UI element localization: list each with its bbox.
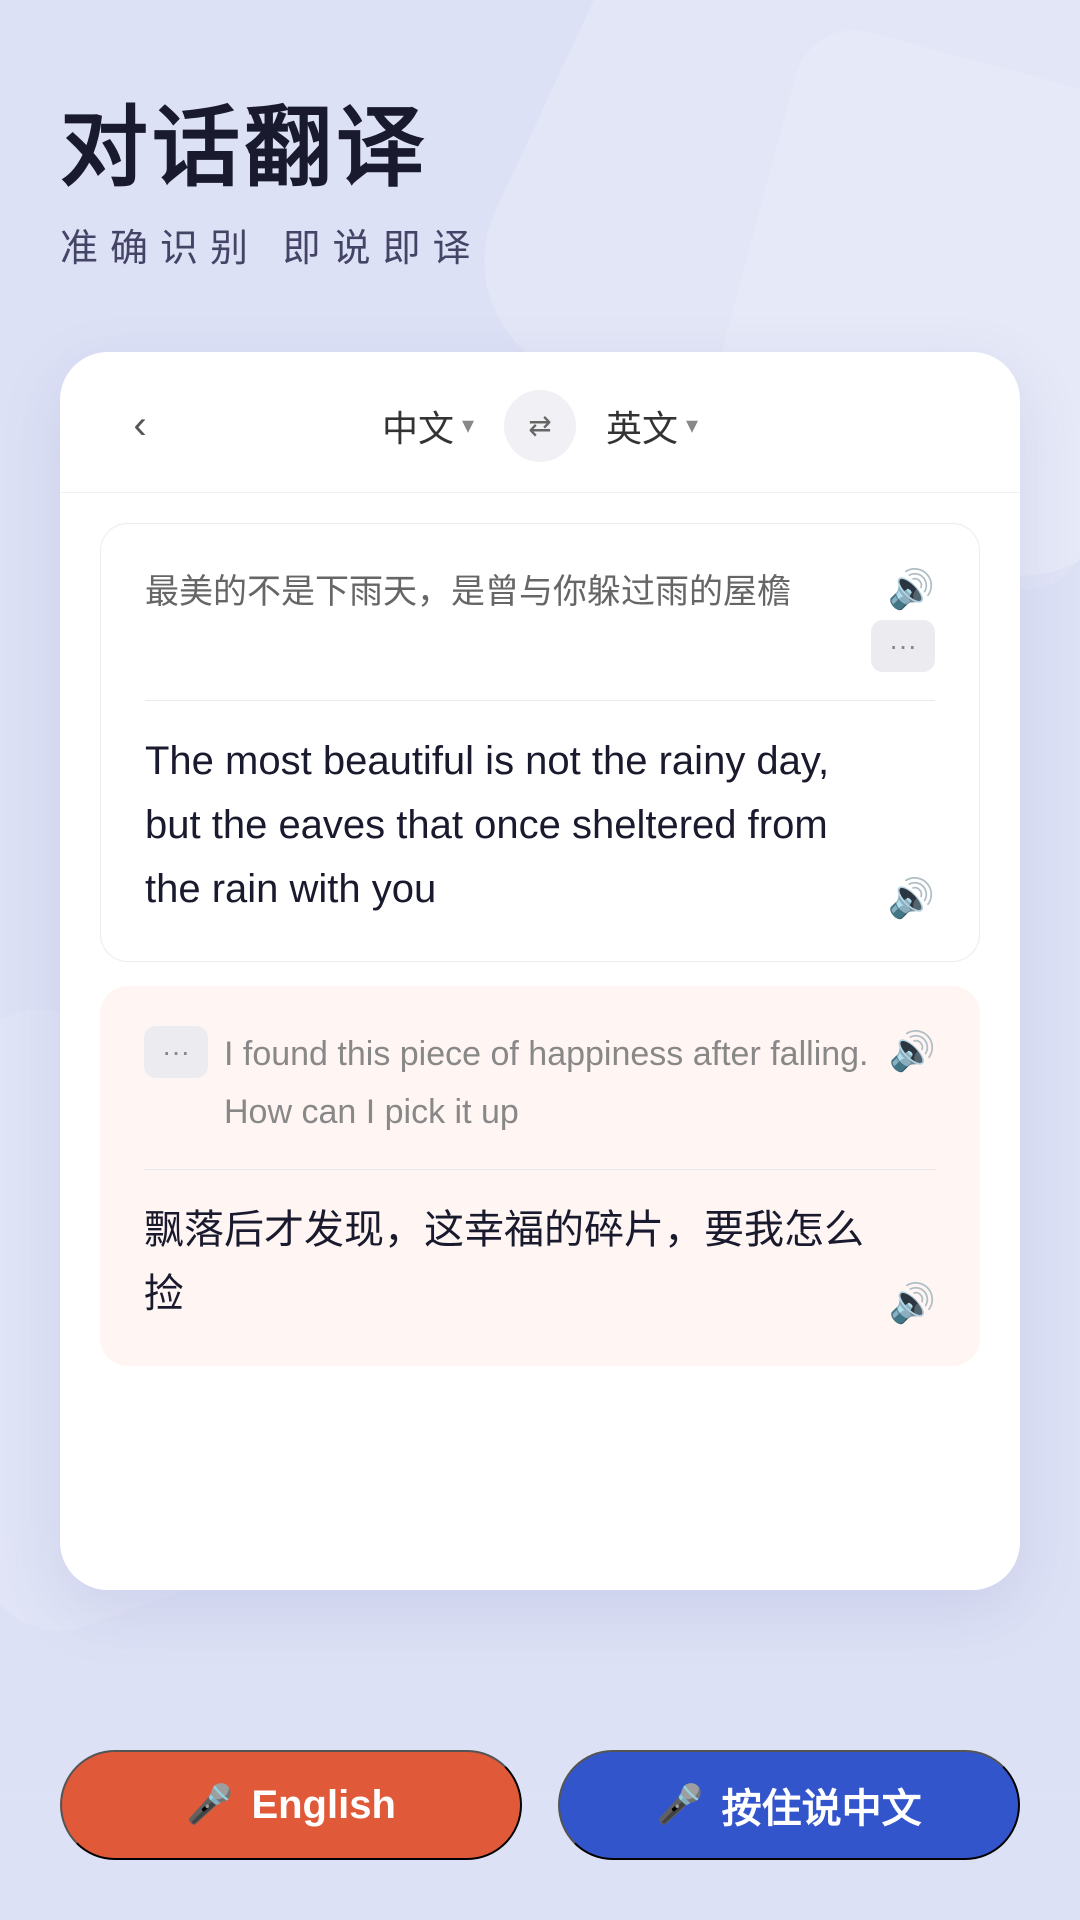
language-controls: 中文 ▾ ⇄ 英文 ▾	[170, 390, 910, 462]
english-button-label: English	[251, 1783, 395, 1828]
bottom-spacer	[100, 1390, 980, 1550]
block2-translated-text: 飘落后才发现，这幸福的碎片，要我怎么捡	[144, 1198, 873, 1326]
english-speak-button[interactable]: 🎤 English	[60, 1750, 522, 1860]
block2-translated-speaker[interactable]: 🔊	[889, 1282, 936, 1326]
page-title: 对话翻译	[60, 100, 1020, 197]
block1-more-button[interactable]: ···	[871, 620, 935, 672]
bottom-bar: 🎤 English 🎤 按住说中文	[0, 1720, 1080, 1920]
block1-divider	[145, 700, 935, 701]
chinese-mic-icon: 🎤	[656, 1783, 703, 1827]
card-toolbar: ‹ 中文 ▾ ⇄ 英文 ▾	[60, 352, 1020, 493]
block2-source-speaker[interactable]: 🔊	[889, 1030, 936, 1074]
target-lang-chevron: ▾	[686, 411, 698, 440]
conversation-body: 最美的不是下雨天，是曾与你躲过雨的屋檐 🔊 ··· The most beaut…	[60, 493, 1020, 1591]
block1-translated-row: The most beautiful is not the rainy day,…	[145, 729, 935, 921]
block2-source-text: I found this piece of happiness after fa…	[224, 1026, 873, 1142]
target-lang-label: 英文	[606, 400, 678, 452]
back-button[interactable]: ‹	[110, 403, 170, 448]
translation-block-2: ··· I found this piece of happiness afte…	[100, 986, 980, 1367]
swap-languages-button[interactable]: ⇄	[504, 390, 576, 462]
target-lang-button[interactable]: 英文 ▾	[606, 400, 698, 452]
source-lang-button[interactable]: 中文 ▾	[382, 400, 474, 452]
block2-translated-row: 飘落后才发现，这幸福的碎片，要我怎么捡 🔊	[144, 1198, 936, 1326]
page-subtitle: 准确识别 即说即译	[60, 217, 1020, 272]
main-card: ‹ 中文 ▾ ⇄ 英文 ▾ 最美的不是下雨	[60, 352, 1020, 1591]
chinese-speak-button[interactable]: 🎤 按住说中文	[558, 1750, 1020, 1860]
source-lang-label: 中文	[382, 400, 454, 452]
block1-source-speaker[interactable]: 🔊	[888, 568, 935, 612]
block1-translated-text: The most beautiful is not the rainy day,…	[145, 729, 872, 921]
block1-source-text: 最美的不是下雨天，是曾与你躲过雨的屋檐	[145, 564, 855, 622]
english-mic-icon: 🎤	[186, 1783, 233, 1827]
source-lang-chevron: ▾	[462, 411, 474, 440]
translation-block-1: 最美的不是下雨天，是曾与你躲过雨的屋檐 🔊 ··· The most beaut…	[100, 523, 980, 962]
chinese-button-label: 按住说中文	[722, 1776, 922, 1834]
swap-icon: ⇄	[528, 409, 551, 442]
block2-divider	[144, 1169, 936, 1170]
block1-translated-speaker[interactable]: 🔊	[888, 877, 935, 921]
block2-more-button[interactable]: ···	[144, 1026, 208, 1078]
